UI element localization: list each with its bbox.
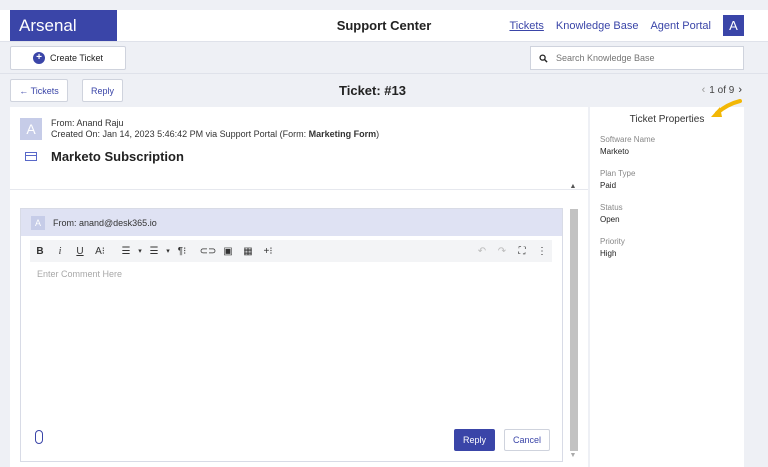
prop-label-priority: Priority [600, 237, 625, 246]
brand-logo[interactable]: Arsenal MSP [10, 10, 117, 66]
top-nav: Tickets Knowledge Base Agent Portal A [509, 10, 744, 41]
divider [10, 189, 588, 190]
prop-label-software: Software Name [600, 135, 656, 144]
scroll-down-arrow[interactable]: ▼ [568, 452, 578, 462]
table-icon[interactable]: ▦ [238, 246, 258, 257]
plus-icon: + [32, 52, 45, 64]
paragraph-icon[interactable]: ¶⁝ [172, 246, 192, 257]
editor-avatar: A [31, 215, 45, 230]
font-size-icon[interactable]: A⁝ [90, 246, 110, 257]
ticket-properties-panel: Ticket Properties Software Name Marketo … [590, 99, 744, 467]
comment-input[interactable]: Enter Comment Here [37, 269, 122, 279]
subject-icon [25, 152, 37, 161]
prop-value-plan[interactable]: Paid [600, 181, 734, 190]
scroll-up-arrow[interactable]: ▲ [568, 183, 578, 193]
prop-label-status: Status [600, 203, 623, 212]
chevron-down-icon[interactable]: ▾ [136, 247, 144, 255]
link-icon[interactable]: ⊂⊃ [198, 246, 218, 257]
prop-value-software[interactable]: Marketo [600, 147, 734, 156]
nav-knowledge-base[interactable]: Knowledge Base [556, 20, 639, 32]
kb-search-box[interactable] [530, 46, 744, 70]
nav-agent-portal[interactable]: Agent Portal [650, 20, 711, 32]
message-from: From: Anand Raju [51, 118, 124, 128]
chevron-down-icon[interactable]: ▾ [164, 247, 172, 255]
action-bar: + Create Ticket [0, 41, 768, 73]
search-icon [539, 53, 548, 63]
insert-icon[interactable]: +⁝ [258, 246, 278, 257]
scrollbar-thumb[interactable] [570, 209, 578, 451]
underline-icon[interactable]: U [70, 246, 90, 257]
create-ticket-button[interactable]: + Create Ticket [10, 46, 126, 70]
nav-tickets[interactable]: Tickets [509, 20, 543, 32]
more-icon[interactable]: ⋮ [532, 246, 552, 257]
message-created: Created On: Jan 14, 2023 5:46:42 PM via … [51, 129, 380, 139]
ordered-list-icon[interactable]: ☰ [116, 246, 136, 257]
top-header: Arsenal MSP Support Center Tickets Knowl… [0, 10, 768, 66]
prop-label-plan: Plan Type [600, 169, 636, 178]
user-avatar[interactable]: A [723, 15, 744, 36]
prop-value-priority[interactable]: High [600, 249, 734, 258]
form-name: Marketing Form [308, 129, 377, 139]
create-ticket-label: Create Ticket [49, 53, 104, 63]
undo-icon[interactable]: ↶ [472, 246, 492, 257]
sender-avatar: A [20, 118, 42, 140]
redo-icon[interactable]: ↷ [492, 246, 512, 257]
fullscreen-icon[interactable]: ⛶ [512, 246, 532, 257]
bold-icon[interactable]: B [30, 246, 50, 257]
editor-from: From: anand@desk365.io [53, 217, 157, 228]
kb-search-input[interactable] [556, 53, 736, 63]
bullet-list-icon[interactable]: ☰ [144, 246, 164, 257]
prop-value-status[interactable]: Open [600, 215, 734, 224]
ticket-bar: ← Tickets Reply Ticket: #13 ‹ 1 of 9 › [0, 73, 768, 106]
back-to-tickets-button[interactable]: ← Tickets [10, 79, 68, 102]
chevron-left-icon[interactable]: ‹ [702, 74, 706, 107]
reply-button-top[interactable]: Reply [82, 79, 123, 102]
editor-header: A From: anand@desk365.io [21, 209, 562, 236]
reply-editor: A From: anand@desk365.io B i U A⁝ ☰ ▾ ☰ … [20, 208, 563, 462]
attachment-icon[interactable] [35, 430, 43, 444]
editor-toolbar: B i U A⁝ ☰ ▾ ☰ ▾ ¶⁝ ⊂⊃ ▣ ▦ +⁝ ↶ ↷ ⛶ ⋮ [30, 240, 552, 262]
reply-button[interactable]: Reply [454, 429, 495, 451]
ticket-subject: Marketo Subscription [51, 149, 184, 164]
cancel-button[interactable]: Cancel [504, 429, 550, 451]
italic-icon[interactable]: i [50, 246, 70, 257]
image-icon[interactable]: ▣ [218, 246, 238, 257]
pointer-arrow-icon [711, 99, 742, 117]
ticket-main-panel: A From: Anand Raju Created On: Jan 14, 2… [10, 107, 588, 467]
